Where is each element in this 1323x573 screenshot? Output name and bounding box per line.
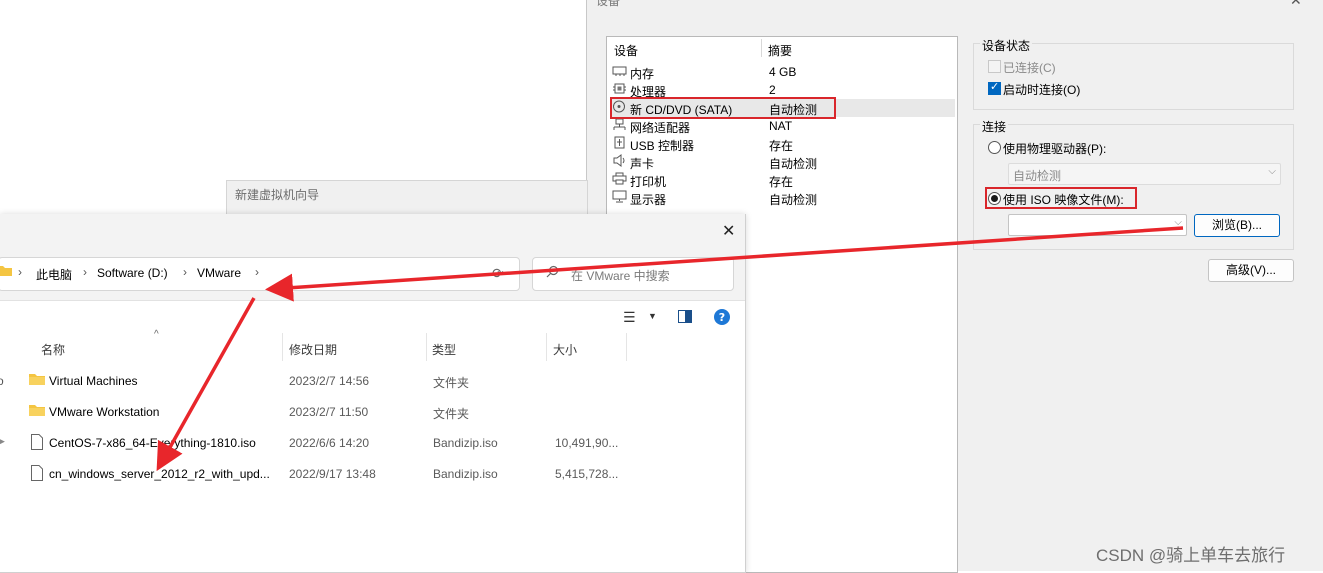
arrow-to-iso-file (156, 297, 256, 472)
arrow-to-address-bar (265, 226, 1184, 302)
annotation-arrows (156, 226, 1184, 472)
watermark: CSDN @骑上单车去旅行 (1096, 546, 1286, 565)
